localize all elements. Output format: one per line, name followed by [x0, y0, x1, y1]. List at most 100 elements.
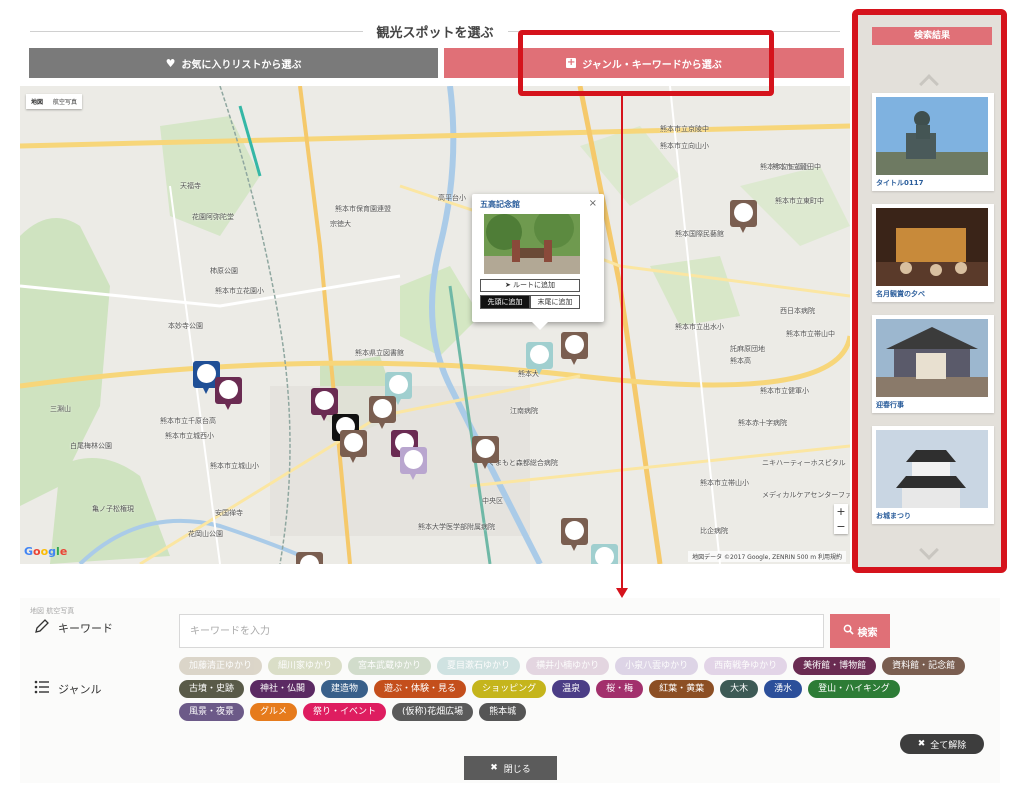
keyword-input[interactable]: [179, 614, 824, 648]
map-marker[interactable]: [730, 200, 757, 233]
heart-icon: ♥: [165, 56, 176, 70]
map-label: 花岡山公園: [188, 530, 223, 538]
genre-tag[interactable]: 湧水: [764, 680, 803, 698]
favorite-list-label: お気に入りリストから選ぶ: [181, 59, 302, 71]
map-type-control-faded: 地図 航空写真: [30, 606, 74, 616]
map-label: 亀ノ子松権現: [92, 505, 134, 513]
keyword-label-text: キーワード: [58, 621, 113, 635]
close-panel-button[interactable]: ✖ 閉じる: [464, 756, 557, 780]
result-title: 迎春行事: [876, 401, 904, 409]
genre-tag[interactable]: 熊本城: [479, 703, 527, 721]
map-label: 熊本県立図書館: [355, 349, 404, 357]
map-label: 熊本市立京陵中: [660, 125, 709, 133]
map-type-map[interactable]: 地図: [26, 94, 48, 109]
result-title: タイトル0117: [876, 179, 924, 187]
clear-all-button[interactable]: ✖ 全て解除: [900, 734, 984, 754]
pencil-icon: [34, 618, 50, 637]
map-marker[interactable]: [340, 430, 367, 463]
search-button[interactable]: 検索: [830, 614, 890, 648]
genre-tag[interactable]: 温泉: [552, 680, 591, 698]
map-label: 白尾梅林公園: [70, 442, 112, 450]
chevron-down-icon[interactable]: [919, 540, 939, 560]
genre-tag[interactable]: 加藤清正ゆかり: [179, 657, 263, 675]
map-type-aerial[interactable]: 航空写真: [48, 94, 82, 109]
genre-tag[interactable]: 大木: [720, 680, 759, 698]
genre-tag[interactable]: ショッピング: [472, 680, 547, 698]
genre-tag[interactable]: 紅葉・黄葉: [649, 680, 715, 698]
map-label: 安国禅寺: [215, 509, 243, 517]
search-button-label: 検索: [857, 627, 878, 639]
genre-tag[interactable]: 神社・仏閣: [250, 680, 316, 698]
map-label: 熊本市立向山小: [660, 142, 709, 150]
map-marker[interactable]: [472, 436, 499, 469]
map-label: 託麻原団地: [730, 345, 765, 353]
result-title: 名月観賞の夕べ: [876, 290, 925, 298]
close-icon: ✖: [917, 739, 926, 749]
map-label: 熊本市立千原台高: [160, 417, 216, 425]
result-title: お城まつり: [876, 512, 911, 520]
genre-tag[interactable]: 古墳・史跡: [179, 680, 245, 698]
genre-tag[interactable]: 宮本武蔵ゆかり: [348, 657, 432, 675]
genre-tag[interactable]: (仮称)花畑広場: [392, 703, 474, 721]
genre-tag[interactable]: 遊ぶ・体験・見る: [374, 680, 467, 698]
map-label: 熊本市立出水小: [675, 323, 724, 331]
genre-tag[interactable]: 小泉八雲ゆかり: [615, 657, 699, 675]
map-marker[interactable]: [296, 552, 323, 564]
map-label: 江南病院: [510, 407, 538, 415]
popup-title[interactable]: 五高記念館: [480, 199, 596, 210]
result-card[interactable]: 名月観賞の夕べ: [872, 204, 994, 302]
genre-tag[interactable]: 登山・ハイキング: [808, 680, 900, 698]
result-card[interactable]: タイトル0117: [872, 93, 994, 191]
highlight-box: [518, 30, 774, 96]
map-label: 高平台小: [438, 194, 466, 202]
spot-popup: 五高記念館 × ➤ ルートに追加 先頭に追加 末尾に追加: [472, 194, 604, 330]
map-marker[interactable]: [591, 544, 618, 564]
map[interactable]: 地図 航空写真 天福寺 花園阿弥陀堂 柿原公園 熊本市立花園小 本妙寺公園 三淵…: [20, 86, 850, 564]
map-type-aerial-faded: 航空写真: [46, 607, 75, 615]
genre-tag[interactable]: 祭り・イベント: [303, 703, 387, 721]
genre-tag[interactable]: 美術館・博物館: [793, 657, 877, 675]
chevron-up-icon[interactable]: [919, 74, 939, 94]
result-thumbnail: [876, 430, 988, 508]
genre-tag[interactable]: 建造物: [321, 680, 369, 698]
map-marker[interactable]: [561, 332, 588, 365]
genre-tag[interactable]: 資料館・記念館: [882, 657, 966, 675]
map-marker[interactable]: [369, 396, 396, 429]
genre-tag[interactable]: 夏目漱石ゆかり: [437, 657, 521, 675]
map-marker[interactable]: [561, 518, 588, 551]
favorite-list-button[interactable]: ♥ お気に入りリストから選ぶ: [29, 48, 438, 78]
result-thumbnail: [876, 319, 988, 397]
map-type-control[interactable]: 地図 航空写真: [26, 94, 83, 109]
close-icon[interactable]: ×: [589, 198, 597, 209]
map-marker[interactable]: [400, 447, 427, 480]
search-icon: [843, 624, 854, 638]
map-label: ニキハーティーホスピタル: [762, 459, 846, 467]
map-marker[interactable]: [526, 342, 553, 375]
callout-arrow-line: [621, 96, 623, 591]
genre-tag[interactable]: グルメ: [250, 703, 298, 721]
map-label: 熊本市立龍田中: [772, 163, 821, 171]
page-title-text: 観光スポットを選ぶ: [376, 25, 494, 41]
map-label: 熊本市立帯山小: [700, 479, 749, 487]
map-label: 熊本市立城山小: [210, 462, 259, 470]
zoom-control[interactable]: + −: [834, 504, 848, 534]
genre-tags: 加藤清正ゆかり 細川家ゆかり 宮本武蔵ゆかり 夏目漱石ゆかり 横井小楠ゆかり 小泉八雲ゆか…: [179, 657, 969, 721]
genre-tag[interactable]: 風景・夜景: [179, 703, 245, 721]
add-first-button[interactable]: 先頭に追加: [480, 295, 530, 309]
genre-tag[interactable]: 横井小楠ゆかり: [526, 657, 610, 675]
result-card[interactable]: お城まつり: [872, 426, 994, 524]
genre-tag[interactable]: 細川家ゆかり: [268, 657, 343, 675]
add-last-button[interactable]: 末尾に追加: [530, 295, 580, 309]
map-canvas: [20, 86, 850, 564]
map-marker[interactable]: [215, 377, 242, 410]
genre-tag[interactable]: 西南戦争ゆかり: [704, 657, 788, 675]
map-label: 比企病院: [700, 527, 728, 535]
add-route-label: ルートに追加: [513, 281, 556, 289]
close-icon: ✖: [490, 763, 498, 773]
add-route-button[interactable]: ➤ ルートに追加: [480, 279, 580, 292]
result-card[interactable]: 迎春行事: [872, 315, 994, 413]
genre-label-text: ジャンル: [58, 682, 102, 696]
map-label: 天福寺: [180, 182, 201, 190]
genre-tag[interactable]: 桜・梅: [596, 680, 644, 698]
genre-label: ジャンル: [34, 680, 101, 697]
